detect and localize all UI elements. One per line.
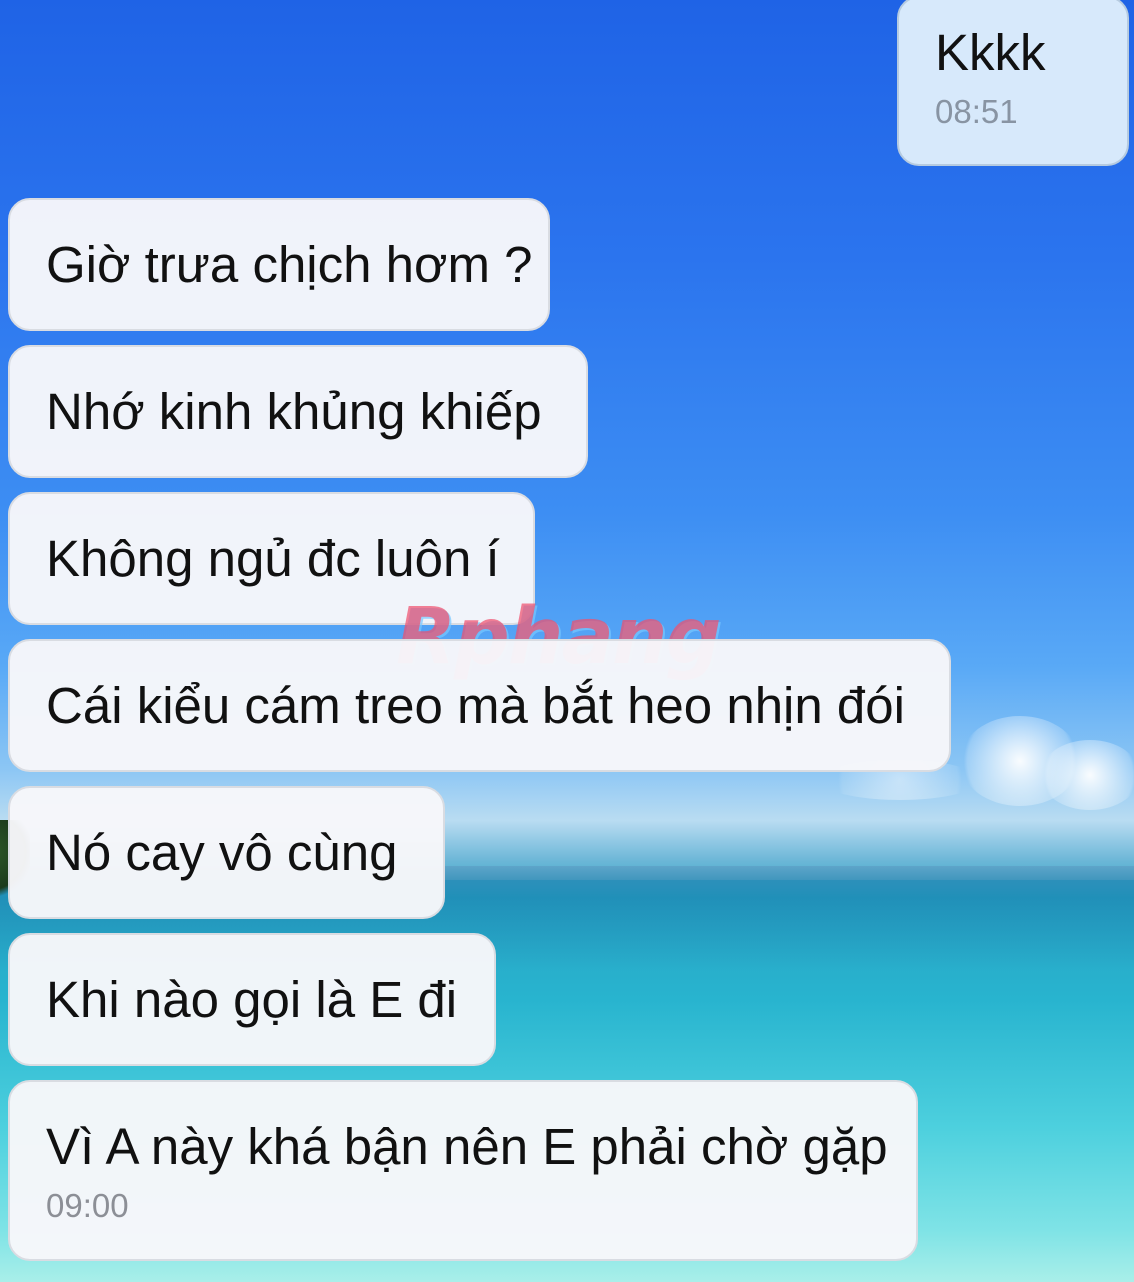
message-text: Cái kiểu cám treo mà bắt heo nhịn đói [46,677,905,734]
message-text: Giờ trưa chịch hơm ? [46,236,533,293]
message-text: Nó cay vô cùng [46,824,398,881]
message-text: Khi nào gọi là E đi [46,971,458,1028]
message-bubble-incoming[interactable]: Khi nào gọi là E đi [8,933,496,1066]
message-timestamp: 09:00 [46,1187,129,1224]
message-bubble-outgoing[interactable]: Kkkk 08:51 [897,0,1129,166]
message-text: Vì A này khá bận nên E phải chờ gặp [46,1118,888,1175]
message-timestamp: 08:51 [935,93,1018,130]
message-bubble-incoming[interactable]: Giờ trưa chịch hơm ? [8,198,550,331]
message-bubble-incoming[interactable]: Nhớ kinh khủng khiếp [8,345,588,478]
message-text: Nhớ kinh khủng khiếp [46,383,542,440]
message-bubble-incoming[interactable]: Vì A này khá bận nên E phải chờ gặp 09:0… [8,1080,918,1261]
message-bubble-incoming[interactable]: Cái kiểu cám treo mà bắt heo nhịn đói [8,639,951,772]
message-text: Kkkk [935,24,1046,81]
cloud [1040,740,1134,810]
message-text: Không ngủ đc luôn í [46,530,500,587]
message-bubble-incoming[interactable]: Nó cay vô cùng [8,786,445,919]
